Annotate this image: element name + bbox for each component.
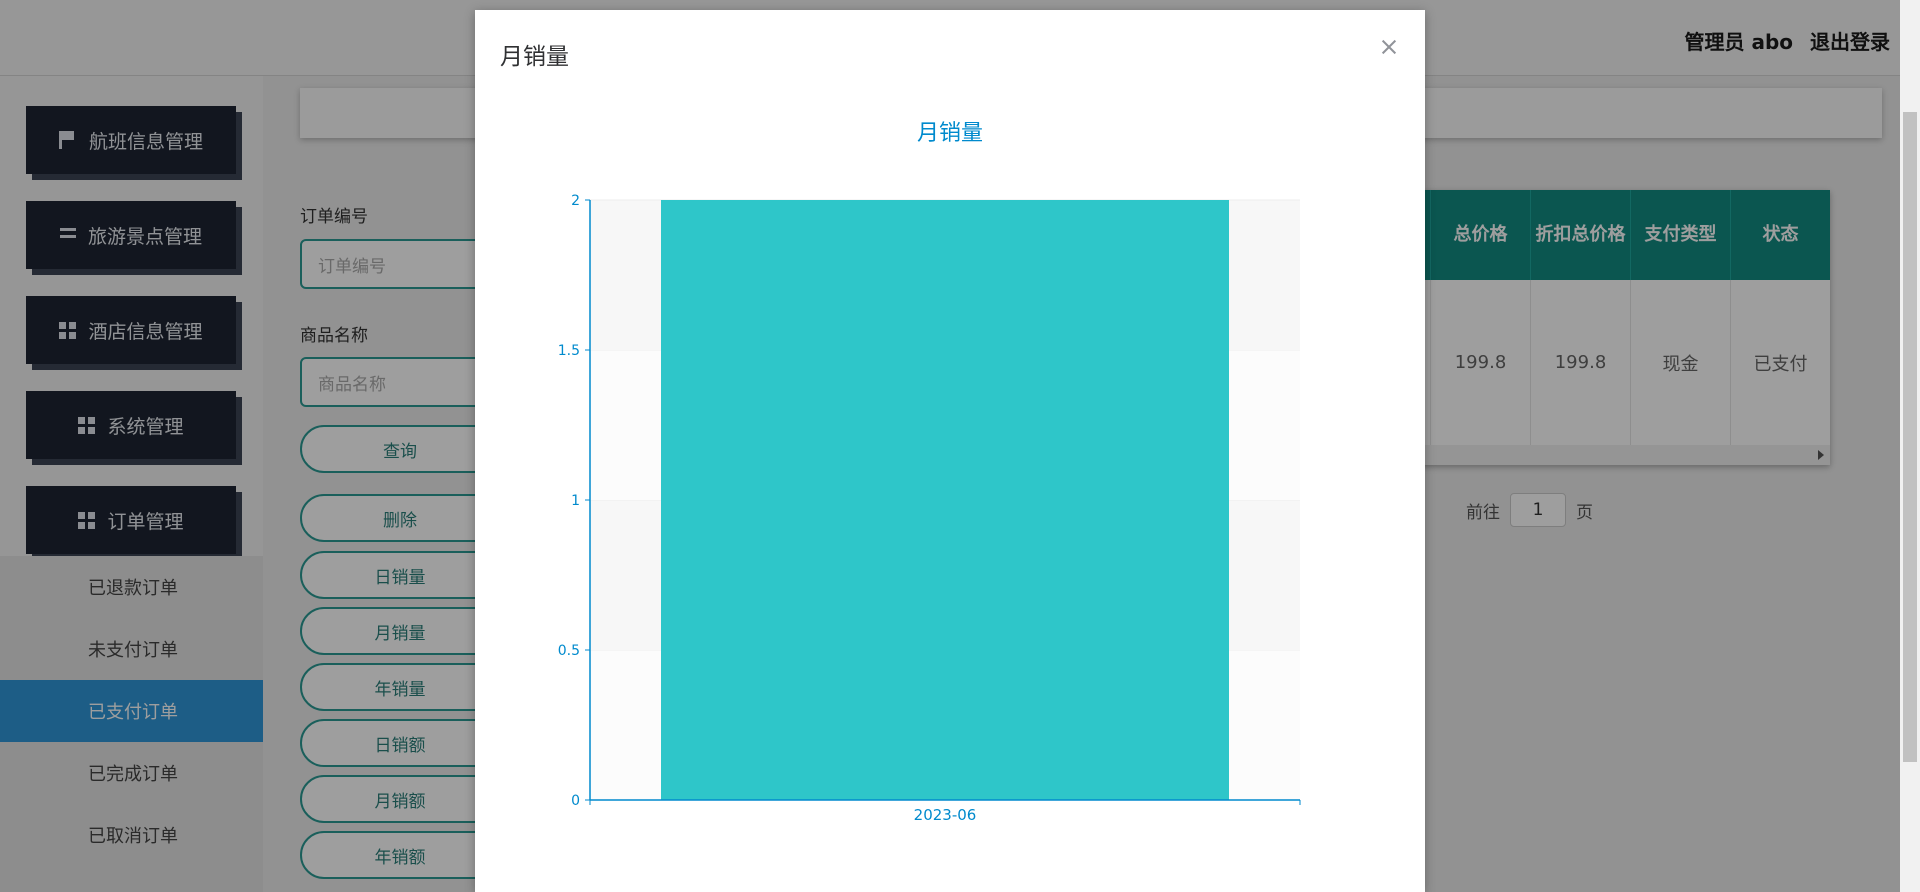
monthly-sales-dialog: 月销量 月销量 2023-06 0 0.5 1 1.5 2	[475, 10, 1425, 892]
y-tick-label: 0.5	[558, 643, 580, 659]
dialog-title: 月销量	[500, 44, 569, 70]
scrollbar-thumb[interactable]	[1903, 112, 1917, 762]
page-vertical-scrollbar[interactable]	[1900, 0, 1920, 892]
close-icon[interactable]	[1378, 36, 1400, 58]
bar-2023-06	[661, 200, 1229, 800]
chart-title: 月销量	[917, 121, 983, 146]
monthly-sales-chart: 月销量 2023-06 0 0.5 1 1.5 2	[558, 121, 1301, 824]
y-tick-label: 1.5	[558, 343, 580, 359]
x-tick-label: 2023-06	[914, 806, 977, 824]
y-tick-label: 0	[571, 793, 580, 809]
y-tick-label: 2	[571, 193, 580, 209]
y-tick-label: 1	[571, 493, 580, 509]
